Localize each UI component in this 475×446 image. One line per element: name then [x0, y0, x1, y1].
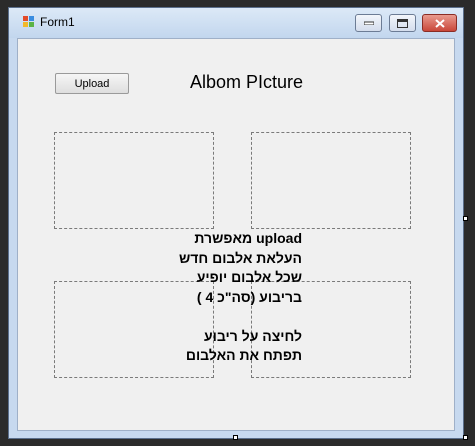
- close-icon: [423, 15, 456, 31]
- resize-handle-right[interactable]: [463, 216, 468, 221]
- form-client-area: Upload Albom PIcture upload מאפשרת העלאת…: [17, 38, 455, 431]
- album-slot-2[interactable]: [251, 132, 411, 229]
- album-slot-1[interactable]: [54, 132, 214, 229]
- instructions-line: תפתח את האלבום: [185, 347, 302, 363]
- minimize-button[interactable]: [355, 14, 382, 32]
- page-title: Albom PIcture: [190, 72, 304, 92]
- maximize-button[interactable]: [389, 14, 416, 32]
- instructions-line: לחיצה על ריבוע: [203, 327, 302, 344]
- instructions-line: שכל אלבום יופיע: [196, 269, 302, 285]
- minimize-icon: [356, 15, 381, 31]
- title-bar[interactable]: Form1: [9, 8, 463, 38]
- window-title: Form1: [40, 15, 75, 29]
- resize-handle-corner[interactable]: [463, 435, 468, 440]
- instructions-line: [148, 307, 302, 327]
- close-button[interactable]: [422, 14, 457, 32]
- upload-button[interactable]: Upload: [55, 73, 129, 94]
- resize-handle-bottom[interactable]: [233, 435, 238, 440]
- instructions-label: upload מאפשרת העלאת אלבום חדש שכל אלבום …: [148, 229, 302, 366]
- windows-forms-icon: [23, 16, 34, 27]
- maximize-icon: [390, 15, 415, 31]
- instructions-line: upload מאפשרת: [194, 230, 302, 246]
- instructions-line: העלאת אלבום חדש: [179, 249, 302, 266]
- form-window: Form1 Upload Albom PIcture upload מאפשרת…: [8, 7, 464, 439]
- instructions-line: בריבוע (סה"כ 4 ): [196, 288, 302, 305]
